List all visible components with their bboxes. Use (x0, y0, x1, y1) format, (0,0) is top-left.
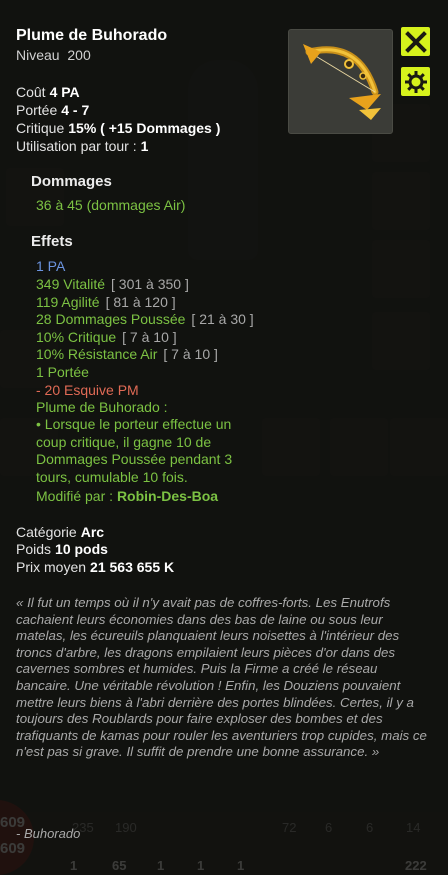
item-image (288, 29, 393, 134)
golden-bow-icon (303, 44, 381, 120)
gear-icon (404, 70, 427, 93)
stat-uses-per-turn: Utilisation par tour :1 (16, 138, 149, 154)
stat-range: Portée 4 - 7 (16, 102, 90, 118)
close-button[interactable] (401, 27, 430, 56)
item-tooltip: Plume de Buhorado Niveau 200 Coût 4 PA P… (0, 0, 448, 875)
info-average-price: Prix moyen 21 563 655 K (16, 559, 175, 575)
effect-pa: 1 PA (36, 258, 66, 274)
damage-header: Dommages (31, 173, 112, 190)
lore-signature: - Buhorado (16, 826, 81, 841)
modified-by: Modifié par : Robin-Des-Boa (36, 488, 219, 504)
effect-line: 10% Critique[ 7 à 10 ] (36, 329, 177, 345)
info-category: Catégorie Arc (16, 524, 105, 540)
effect-line: 10% Résistance Air[ 7 à 10 ] (36, 346, 218, 362)
stat-critical: Critique 15% ( +15 Dommages ) (16, 120, 221, 136)
modified-by-name[interactable]: Robin-Des-Boa (117, 488, 218, 504)
item-level: Niveau 200 (16, 47, 91, 63)
item-name: Plume de Buhorado (16, 27, 168, 44)
set-description: • Lorsque le porteur effectue un coup cr… (36, 416, 233, 485)
lore-text: « Il fut un temps où il n'y avait pas de… (16, 595, 427, 760)
set-title: Plume de Buhorado : (36, 399, 168, 415)
settings-button[interactable] (401, 67, 430, 96)
close-x-icon (404, 30, 427, 53)
info-weight: Poids 10 pods (16, 541, 108, 557)
effect-line: 1 Portée (36, 364, 89, 380)
stat-cost: Coût 4 PA (16, 84, 80, 100)
effect-negative: - 20 Esquive PM (36, 382, 139, 398)
damage-line: 36 à 45 (dommages Air) (36, 197, 186, 213)
effect-line: 119 Agilité[ 81 à 120 ] (36, 294, 176, 310)
effect-line: 349 Vitalité[ 301 à 350 ] (36, 276, 189, 292)
effects-header: Effets (31, 233, 73, 250)
effect-line: 28 Dommages Poussée[ 21 à 30 ] (36, 311, 254, 327)
